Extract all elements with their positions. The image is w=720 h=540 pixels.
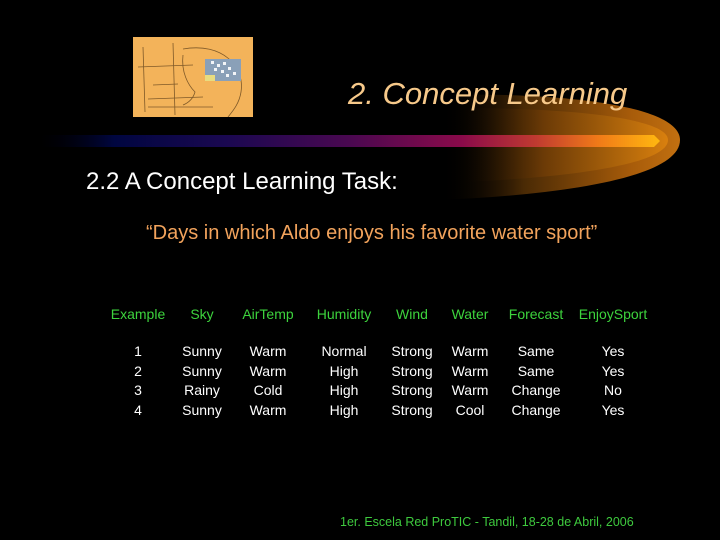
table-cell: Warm: [249, 401, 287, 418]
table-cell: Rainy: [184, 382, 220, 398]
logo-image: [133, 37, 253, 117]
table-cell: 4: [134, 401, 142, 418]
table-row: 4 Sunny Warm High Strong Cool Change Yes: [104, 401, 654, 421]
training-examples-table: Example Sky AirTemp Humidity Wind Water …: [104, 306, 654, 420]
table-cell: Warm: [451, 362, 489, 379]
column-header: Humidity: [316, 306, 372, 322]
table-cell: High: [329, 382, 359, 398]
slide-footer: 1er. Escela Red ProTIC - Tandil, 18-28 d…: [340, 515, 634, 529]
table-cell: High: [329, 401, 359, 418]
slide-title: 2. Concept Learning: [348, 76, 628, 111]
concept-description: “Days in which Aldo enjoys his favorite …: [146, 222, 598, 244]
table-cell: Warm: [451, 382, 489, 398]
table-cell: Yes: [601, 401, 625, 418]
table-cell: No: [604, 382, 622, 398]
table-cell: Yes: [601, 362, 625, 379]
table-row: 3 Rainy Cold High Strong Warm Change No: [104, 381, 654, 401]
table-cell: Cool: [455, 401, 485, 418]
column-header: Water: [451, 306, 489, 322]
column-header: Example: [110, 306, 166, 322]
table-cell: Change: [511, 401, 561, 418]
table-cell: 1: [134, 343, 142, 359]
table-cell: 3: [134, 382, 142, 398]
column-header: Sky: [190, 306, 214, 322]
table-cell: Sunny: [182, 343, 222, 359]
table-cell: 2: [134, 362, 142, 379]
table-cell: Sunny: [182, 401, 222, 418]
table-cell: Strong: [391, 362, 433, 379]
table-cell: Cold: [253, 382, 283, 398]
table-cell: Strong: [391, 343, 433, 359]
column-header: Wind: [396, 306, 428, 322]
column-header: EnjoySport: [578, 306, 648, 322]
table-row: 1 Sunny Warm Normal Strong Warm Same Yes: [104, 342, 654, 362]
flare-bar: [40, 135, 660, 147]
table-cell: Warm: [249, 343, 287, 359]
table-cell: Yes: [601, 343, 625, 359]
section-heading: 2.2 A Concept Learning Task:: [86, 168, 398, 195]
column-header: Forecast: [508, 306, 564, 322]
table-cell: Change: [511, 382, 561, 398]
sketch-head-icon: [137, 42, 242, 117]
table-cell: Warm: [451, 343, 489, 359]
table-header-row: Example Sky AirTemp Humidity Wind Water …: [104, 306, 654, 342]
table-cell: Strong: [391, 382, 433, 398]
table-row: 2 Sunny Warm High Strong Warm Same Yes: [104, 362, 654, 382]
table-cell: Warm: [249, 362, 287, 379]
table-cell: Normal: [321, 343, 367, 359]
table-cell: High: [329, 362, 359, 379]
table-cell: Sunny: [182, 362, 222, 379]
column-header: AirTemp: [242, 306, 294, 322]
table-cell: Same: [517, 343, 555, 359]
table-cell: Same: [517, 362, 555, 379]
table-cell: Strong: [391, 401, 433, 418]
slide: 2. Concept Learning 2.2 A Concept Learni…: [0, 0, 720, 540]
